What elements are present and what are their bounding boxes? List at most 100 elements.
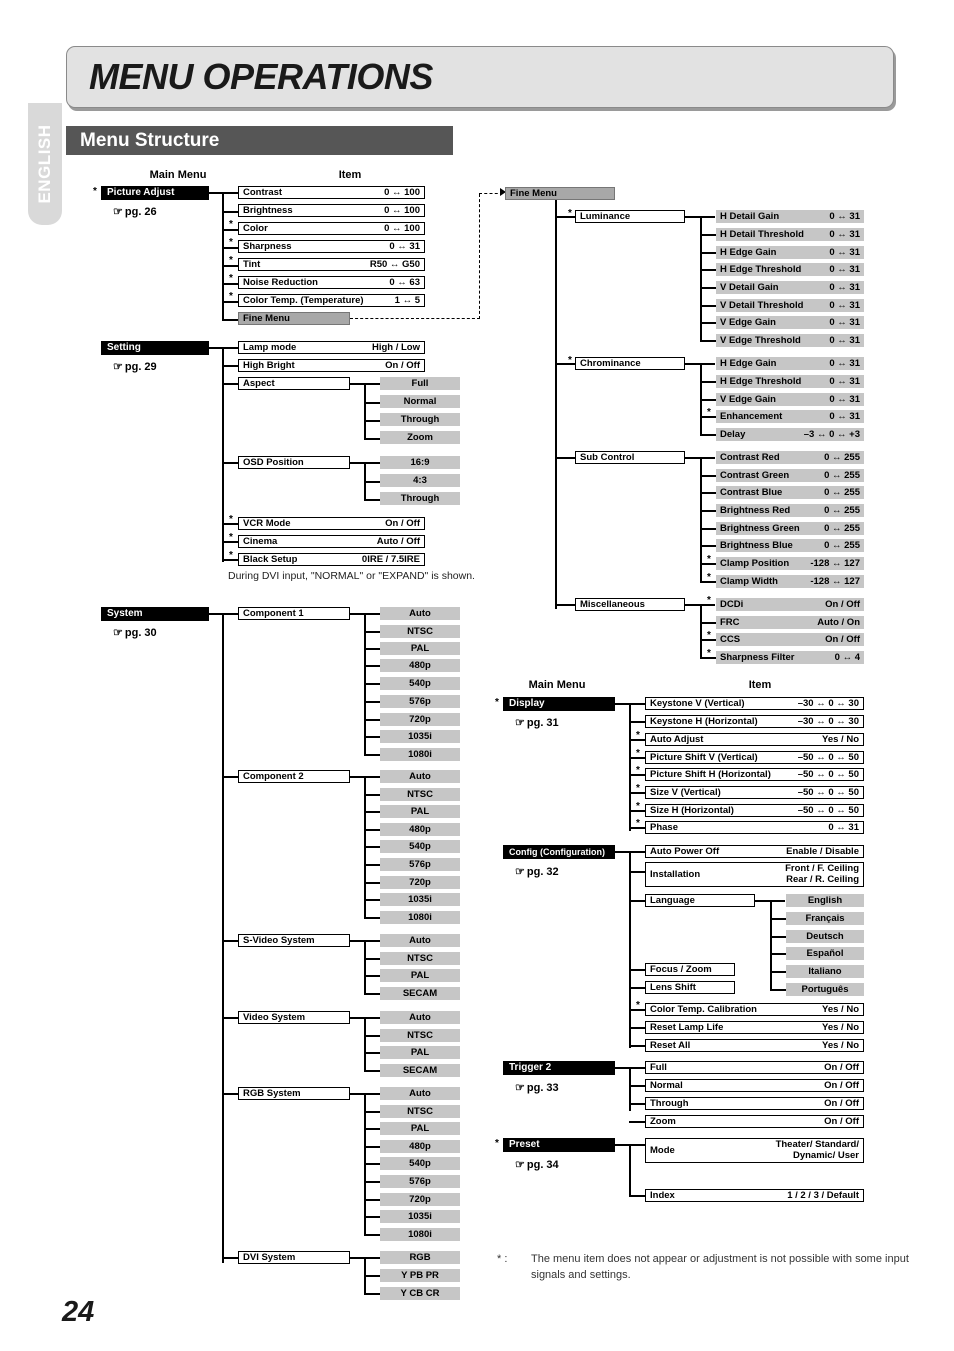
item-reset-lamp-life[interactable]: Reset Lamp Life Yes / No — [645, 1021, 864, 1034]
option-osd-through[interactable]: Through — [380, 492, 460, 505]
item-chr-enhancement[interactable]: Enhancement 0 ↔ 31 — [716, 410, 864, 423]
menu-setting[interactable]: Setting — [101, 341, 209, 355]
option-aspect-zoom[interactable]: Zoom — [380, 431, 460, 444]
item-brightness-green[interactable]: Brightness Green 0 ↔ 255 — [716, 522, 864, 535]
option-dvi-rgb[interactable]: RGB — [380, 1251, 460, 1264]
option-rgb-540p[interactable]: 540p — [380, 1157, 460, 1170]
item-color-temp-calibration[interactable]: Color Temp. Calibration Yes / No — [645, 1003, 864, 1016]
page-ref-preset[interactable]: ☞ pg. 34 — [515, 1158, 559, 1171]
item-contrast[interactable]: Contrast 0 ↔ 100 — [238, 186, 425, 199]
option-comp2-540p[interactable]: 540p — [380, 840, 460, 853]
option-rgb-1080i[interactable]: 1080i — [380, 1228, 460, 1241]
item-cinema[interactable]: Cinema Auto / Off — [238, 535, 425, 548]
menu-config[interactable]: Config (Configuration) — [503, 845, 615, 859]
group-luminance[interactable]: Luminance — [575, 210, 685, 223]
option-rgb-576p[interactable]: 576p — [380, 1175, 460, 1188]
item-reset-all[interactable]: Reset All Yes / No — [645, 1039, 864, 1052]
item-black-setup[interactable]: Black Setup 0IRE / 7.5IRE — [238, 553, 425, 566]
item-preset-mode[interactable]: Mode Theater/ Standard/ Dynamic/ User — [645, 1138, 864, 1163]
item-high-bright[interactable]: High Bright On / Off — [238, 359, 425, 372]
item-language[interactable]: Language — [645, 894, 755, 907]
option-rgb-pal[interactable]: PAL — [380, 1122, 460, 1135]
item-lum-h-detail-threshold[interactable]: H Detail Threshold 0 ↔ 31 — [716, 228, 864, 241]
item-preset-index[interactable]: Index 1 / 2 / 3 / Default — [645, 1189, 864, 1202]
item-keystone-h[interactable]: Keystone H (Horizontal) –30 ↔ 0 ↔ 30 — [645, 715, 864, 728]
item-brightness-blue[interactable]: Brightness Blue 0 ↔ 255 — [716, 539, 864, 552]
option-comp2-720p[interactable]: 720p — [380, 876, 460, 889]
item-contrast-red[interactable]: Contrast Red 0 ↔ 255 — [716, 451, 864, 464]
option-video-pal[interactable]: PAL — [380, 1046, 460, 1059]
option-comp2-pal[interactable]: PAL — [380, 805, 460, 818]
option-svideo-secam[interactable]: SECAM — [380, 987, 460, 1000]
item-fine-menu-link[interactable]: Fine Menu — [238, 312, 350, 325]
option-osd-4-3[interactable]: 4:3 — [380, 474, 460, 487]
item-trigger-through[interactable]: Through On / Off — [645, 1097, 864, 1110]
option-video-ntsc[interactable]: NTSC — [380, 1029, 460, 1042]
group-component-1[interactable]: Component 1 — [238, 607, 350, 620]
option-language-english[interactable]: English — [786, 894, 864, 907]
group-video-system[interactable]: Video System — [238, 1011, 350, 1024]
item-lum-h-edge-threshold[interactable]: H Edge Threshold 0 ↔ 31 — [716, 263, 864, 276]
item-chr-delay[interactable]: Delay –3 ↔ 0 ↔ +3 — [716, 428, 864, 441]
group-dvi-system[interactable]: DVI System — [238, 1251, 350, 1264]
option-comp1-ntsc[interactable]: NTSC — [380, 625, 460, 638]
group-s-video-system[interactable]: S-Video System — [238, 934, 350, 947]
item-size-v[interactable]: Size V (Vertical) –50 ↔ 0 ↔ 50 — [645, 786, 864, 799]
item-dcdi[interactable]: DCDi On / Off — [716, 598, 864, 611]
item-auto-power-off[interactable]: Auto Power Off Enable / Disable — [645, 845, 864, 858]
item-tint[interactable]: Tint R50 ↔ G50 — [238, 258, 425, 271]
group-component-2[interactable]: Component 2 — [238, 770, 350, 783]
item-trigger-full[interactable]: Full On / Off — [645, 1061, 864, 1074]
item-noise-reduction[interactable]: Noise Reduction 0 ↔ 63 — [238, 276, 425, 289]
group-chrominance[interactable]: Chrominance — [575, 357, 685, 370]
option-language-deutsch[interactable]: Deutsch — [786, 930, 864, 943]
menu-system[interactable]: System — [101, 607, 209, 621]
item-trigger-normal[interactable]: Normal On / Off — [645, 1079, 864, 1092]
item-phase[interactable]: Phase 0 ↔ 31 — [645, 821, 864, 834]
option-aspect-normal[interactable]: Normal — [380, 395, 460, 408]
item-trigger-zoom[interactable]: Zoom On / Off — [645, 1115, 864, 1128]
item-lum-v-detail-threshold[interactable]: V Detail Threshold 0 ↔ 31 — [716, 299, 864, 312]
option-rgb-480p[interactable]: 480p — [380, 1140, 460, 1153]
item-size-h[interactable]: Size H (Horizontal) –50 ↔ 0 ↔ 50 — [645, 804, 864, 817]
item-chr-h-edge-threshold[interactable]: H Edge Threshold 0 ↔ 31 — [716, 375, 864, 388]
page-ref-setting[interactable]: ☞ pg. 29 — [113, 360, 157, 373]
page-ref-config[interactable]: ☞ pg. 32 — [515, 865, 559, 878]
option-comp2-ntsc[interactable]: NTSC — [380, 788, 460, 801]
item-sharpness-filter[interactable]: Sharpness Filter 0 ↔ 4 — [716, 651, 864, 664]
item-vcr-mode[interactable]: VCR Mode On / Off — [238, 517, 425, 530]
item-lum-h-detail-gain[interactable]: H Detail Gain 0 ↔ 31 — [716, 210, 864, 223]
group-sub-control[interactable]: Sub Control — [575, 451, 685, 464]
option-video-secam[interactable]: SECAM — [380, 1064, 460, 1077]
item-brightness[interactable]: Brightness 0 ↔ 100 — [238, 204, 425, 217]
item-lum-v-edge-gain[interactable]: V Edge Gain 0 ↔ 31 — [716, 316, 864, 329]
option-aspect-through[interactable]: Through — [380, 413, 460, 426]
option-language-espanol[interactable]: Español — [786, 947, 864, 960]
option-rgb-720p[interactable]: 720p — [380, 1193, 460, 1206]
item-picture-shift-v[interactable]: Picture Shift V (Vertical) –50 ↔ 0 ↔ 50 — [645, 751, 864, 764]
option-comp1-auto[interactable]: Auto — [380, 607, 460, 620]
item-ccs[interactable]: CCS On / Off — [716, 633, 864, 646]
option-comp2-1035i[interactable]: 1035i — [380, 893, 460, 906]
page-ref-display[interactable]: ☞ pg. 31 — [515, 716, 559, 729]
item-color[interactable]: Color 0 ↔ 100 — [238, 222, 425, 235]
menu-preset[interactable]: Preset — [503, 1138, 615, 1152]
group-miscellaneous[interactable]: Miscellaneous — [575, 598, 685, 611]
item-installation[interactable]: Installation Front / F. Ceiling Rear / R… — [645, 862, 864, 887]
item-chr-v-edge-gain[interactable]: V Edge Gain 0 ↔ 31 — [716, 393, 864, 406]
option-dvi-ypbpr[interactable]: Y PB PR — [380, 1269, 460, 1282]
option-comp2-1080i[interactable]: 1080i — [380, 911, 460, 924]
option-aspect-full[interactable]: Full — [380, 377, 460, 390]
item-lum-v-edge-threshold[interactable]: V Edge Threshold 0 ↔ 31 — [716, 334, 864, 347]
option-svideo-pal[interactable]: PAL — [380, 969, 460, 982]
item-picture-shift-h[interactable]: Picture Shift H (Horizontal) –50 ↔ 0 ↔ 5… — [645, 768, 864, 781]
option-comp1-pal[interactable]: PAL — [380, 642, 460, 655]
menu-trigger-2[interactable]: Trigger 2 — [503, 1061, 615, 1075]
option-language-italiano[interactable]: Italiano — [786, 965, 864, 978]
menu-picture-adjust[interactable]: Picture Adjust — [101, 186, 209, 200]
option-rgb-1035i[interactable]: 1035i — [380, 1210, 460, 1223]
option-comp2-auto[interactable]: Auto — [380, 770, 460, 783]
item-focus-zoom[interactable]: Focus / Zoom — [645, 963, 735, 976]
page-ref-picture-adjust[interactable]: ☞ pg. 26 — [113, 205, 157, 218]
menu-display[interactable]: Display — [503, 697, 615, 711]
